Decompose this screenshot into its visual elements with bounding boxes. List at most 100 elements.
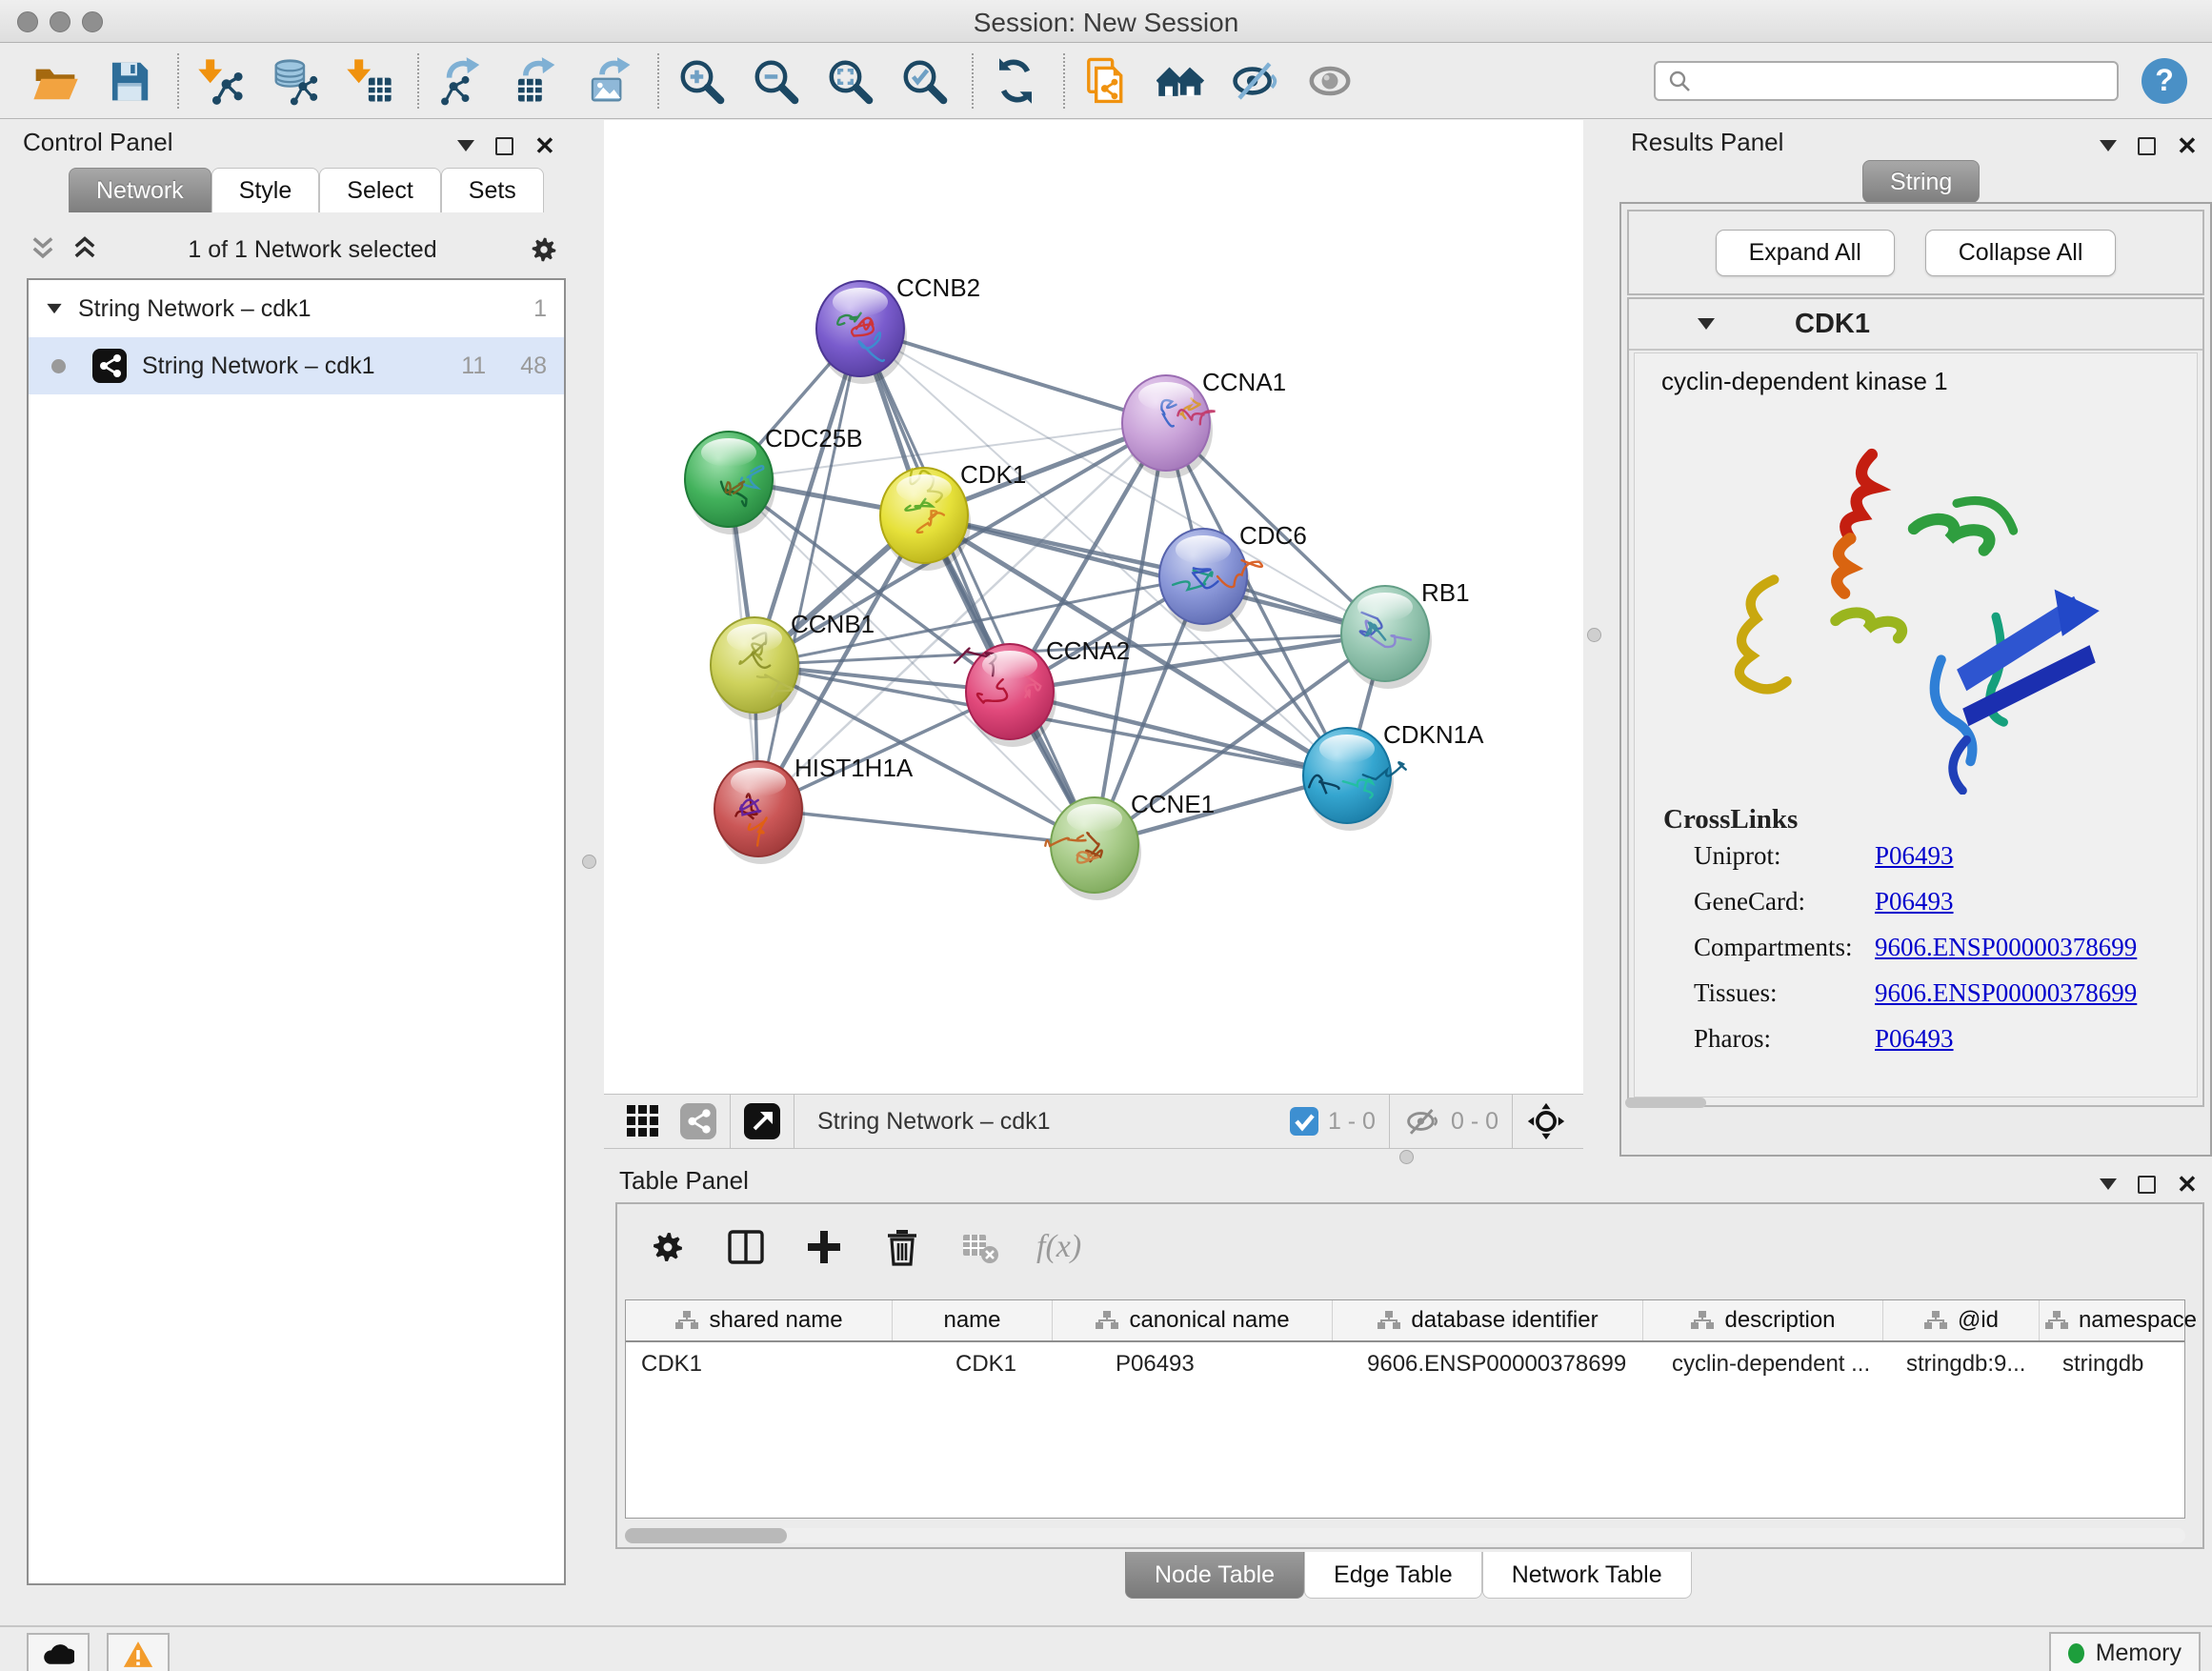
hidden-counts: 0 - 0: [1451, 1108, 1498, 1136]
results-scrollbar[interactable]: [1625, 1097, 1706, 1108]
open-session-icon[interactable]: [29, 54, 82, 108]
left-splitter-handle[interactable]: [582, 855, 596, 869]
show-all-icon[interactable]: [1303, 54, 1357, 108]
delete-column-icon[interactable]: [880, 1225, 924, 1269]
grid-view-icon[interactable]: [625, 1103, 661, 1139]
add-column-icon[interactable]: [802, 1225, 846, 1269]
table-row[interactable]: CDK1 CDK1 P06493 9606.ENSP00000378699 cy…: [626, 1342, 2184, 1386]
import-table-file-icon[interactable]: [343, 54, 396, 108]
results-float-icon[interactable]: [2138, 137, 2156, 155]
memory-status-icon: [2068, 1643, 2084, 1663]
network-node-CDC6[interactable]: CDC6: [1159, 521, 1307, 632]
table-close-icon[interactable]: ✕: [2177, 1172, 2198, 1197]
cell-canonical-name: P06493: [1053, 1342, 1333, 1386]
network-node-RB1[interactable]: RB1: [1341, 578, 1470, 689]
bottom-splitter-handle[interactable]: [1399, 1150, 1414, 1164]
node-table: shared name name canonical name database…: [625, 1299, 2185, 1519]
network-edge[interactable]: [758, 809, 1095, 845]
crosslinks-title: CrossLinks: [1663, 804, 2197, 836]
table-menu-icon[interactable]: [2100, 1178, 2117, 1190]
network-view-share-icon[interactable]: [680, 1103, 716, 1139]
tab-node-table[interactable]: Node Table: [1125, 1552, 1304, 1599]
collapse-all-tree-icon[interactable]: [29, 235, 57, 264]
network-edge[interactable]: [924, 515, 1385, 634]
column-header[interactable]: namespace: [2040, 1300, 2202, 1340]
panel-menu-icon[interactable]: [457, 140, 474, 151]
zoom-in-icon[interactable]: [674, 54, 728, 108]
toolbar-separator: [972, 53, 974, 109]
export-image-icon[interactable]: [583, 54, 636, 108]
tab-select[interactable]: Select: [319, 168, 440, 212]
crosslink-value-link[interactable]: 9606.ENSP00000378699: [1875, 978, 2137, 1008]
zoom-selected-icon[interactable]: [897, 54, 951, 108]
cell-database-identifier: 9606.ENSP00000378699: [1333, 1342, 1643, 1386]
column-header[interactable]: description: [1643, 1300, 1883, 1340]
tab-edge-table[interactable]: Edge Table: [1304, 1552, 1482, 1599]
tab-network-table[interactable]: Network Table: [1482, 1552, 1692, 1599]
network-options-gear-icon[interactable]: [526, 232, 562, 268]
collapse-all-button[interactable]: Collapse All: [1925, 230, 2117, 276]
first-neighbors-icon[interactable]: [1155, 54, 1208, 108]
network-node-CDK1[interactable]: CDK1: [880, 460, 1026, 571]
save-session-icon[interactable]: [103, 54, 156, 108]
hide-selection-icon[interactable]: [1229, 54, 1282, 108]
table-toolbar: f(x): [646, 1225, 1081, 1269]
network-node-CDC25B[interactable]: CDC25B: [685, 424, 863, 534]
panel-float-icon[interactable]: [495, 137, 513, 155]
tab-string[interactable]: String: [1862, 160, 1980, 203]
window-title: Session: New Session: [0, 8, 2212, 38]
network-node-HIST1H1A[interactable]: HIST1H1A: [714, 754, 914, 864]
crosslink-value-link[interactable]: P06493: [1875, 1024, 1954, 1054]
expand-all-tree-icon[interactable]: [70, 235, 99, 264]
help-button[interactable]: ?: [2142, 58, 2187, 104]
column-header[interactable]: database identifier: [1333, 1300, 1643, 1340]
network-row[interactable]: String Network – cdk1 11 48: [29, 337, 564, 394]
network-canvas[interactable]: CCNB2CCNA1CDC25BCDK1CDC6RB1CCNB1CCNA2CDK…: [604, 120, 1583, 1094]
network-node-CCNB1[interactable]: CCNB1: [711, 610, 875, 720]
crosslink-value-link[interactable]: P06493: [1875, 841, 1954, 871]
collection-expander-icon[interactable]: [47, 304, 61, 313]
apply-layout-icon[interactable]: [989, 54, 1042, 108]
select-columns-icon[interactable]: [724, 1225, 768, 1269]
panel-close-icon[interactable]: ✕: [534, 133, 555, 158]
node-label: CDC25B: [765, 424, 863, 453]
column-header[interactable]: shared name: [626, 1300, 893, 1340]
zoom-out-icon[interactable]: [749, 54, 802, 108]
detach-view-icon[interactable]: [744, 1103, 780, 1139]
table-hscrollbar[interactable]: [625, 1528, 2185, 1543]
entry-header[interactable]: CDK1: [1629, 299, 2202, 351]
right-splitter-handle[interactable]: [1587, 628, 1601, 642]
new-network-from-selection-icon[interactable]: [1080, 54, 1134, 108]
memory-button[interactable]: Memory: [2049, 1632, 2201, 1671]
cloud-button[interactable]: [27, 1633, 90, 1671]
zoom-fit-icon[interactable]: [823, 54, 876, 108]
search-input[interactable]: [1692, 67, 2105, 95]
table-hscrollbar-thumb[interactable]: [625, 1528, 787, 1543]
network-node-CCNE1[interactable]: CCNE1: [1045, 790, 1215, 900]
tab-sets[interactable]: Sets: [441, 168, 544, 212]
selected-checkbox-icon[interactable]: [1290, 1107, 1318, 1136]
column-header[interactable]: canonical name: [1053, 1300, 1333, 1340]
column-header[interactable]: @id: [1883, 1300, 2040, 1340]
crosslink-value-link[interactable]: 9606.ENSP00000378699: [1875, 933, 2137, 962]
network-node-CDKN1A[interactable]: CDKN1A: [1303, 720, 1484, 831]
results-close-icon[interactable]: ✕: [2177, 133, 2198, 158]
network-node-CCNB2[interactable]: CCNB2: [816, 273, 980, 384]
warnings-button[interactable]: [107, 1633, 170, 1671]
birdseye-crosshair-icon[interactable]: [1526, 1101, 1566, 1141]
table-options-gear-icon[interactable]: [646, 1225, 690, 1269]
entry-expander-icon[interactable]: [1698, 318, 1715, 330]
crosslink-value-link[interactable]: P06493: [1875, 887, 1954, 916]
network-collection-row[interactable]: String Network – cdk1 1: [29, 280, 564, 337]
expand-all-button[interactable]: Expand All: [1716, 230, 1895, 276]
tab-style[interactable]: Style: [211, 168, 320, 212]
import-network-database-icon[interactable]: [269, 54, 322, 108]
results-menu-icon[interactable]: [2100, 140, 2117, 151]
export-table-icon[interactable]: [509, 54, 562, 108]
table-float-icon[interactable]: [2138, 1176, 2156, 1194]
crosslink-label: Uniprot:: [1694, 841, 1875, 871]
export-network-icon[interactable]: [434, 54, 488, 108]
import-network-file-icon[interactable]: [194, 54, 248, 108]
column-header[interactable]: name: [893, 1300, 1053, 1340]
tab-network[interactable]: Network: [69, 168, 211, 212]
